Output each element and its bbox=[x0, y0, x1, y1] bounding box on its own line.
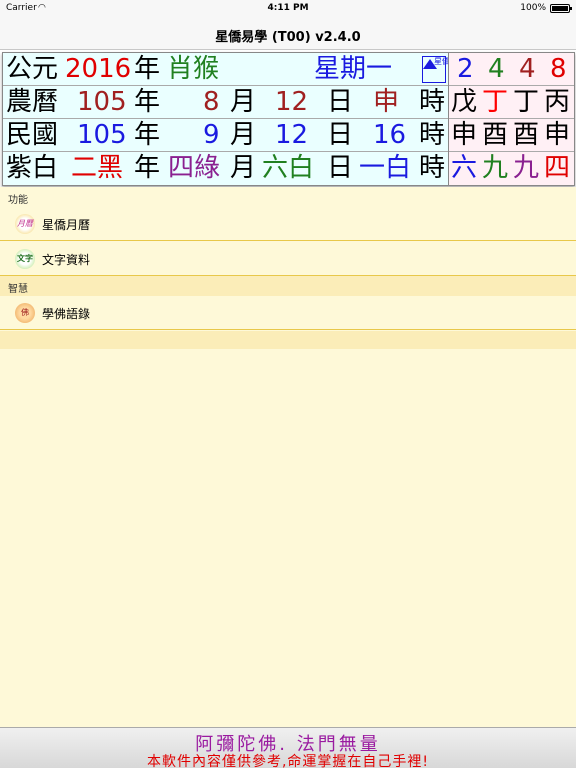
calendar-pillars-section: 2 4 4 8 戊 丁 丁 丙 申 酉 酉 申 六 九 九 四 bbox=[448, 53, 574, 185]
list-item-label: 學佛語錄 bbox=[42, 307, 91, 321]
minguo-hour: 16 bbox=[373, 120, 407, 150]
pillar-branch: 酉 bbox=[513, 120, 540, 150]
minguo-day: 12 bbox=[275, 120, 309, 150]
pillar-star: 九 bbox=[513, 153, 540, 183]
list-item-monthly-calendar[interactable]: 月曆 星僑月曆 bbox=[0, 207, 576, 241]
list-item-label: 星僑月曆 bbox=[42, 218, 91, 232]
status-time: 4:11 PM bbox=[267, 3, 309, 13]
pillar-branch: 申 bbox=[451, 120, 478, 150]
calendar-date-section: 公元 2016 年 肖猴 星期一 星僑 農曆 105 年 8 月 12 日 申 … bbox=[3, 53, 450, 185]
lunar-month: 8 bbox=[203, 87, 220, 117]
pillar-stars-row: 六 九 九 四 bbox=[449, 152, 574, 185]
purple-white-row: 紫白 二黑 年 四綠 月 六白 日 一白 時 bbox=[3, 152, 448, 185]
hour-star-unit: 時 bbox=[419, 153, 446, 183]
pillar-number: 8 bbox=[550, 54, 567, 84]
menu-list: 功能 月曆 星僑月曆 文字 文字資料 智慧 佛 學佛語錄 bbox=[0, 187, 576, 727]
hour-star: 一白 bbox=[359, 153, 412, 183]
pillar-stems-row: 戊 丁 丁 丙 bbox=[449, 86, 574, 119]
minguo-label: 民國 bbox=[6, 120, 59, 150]
pillar-stem: 丁 bbox=[482, 87, 509, 117]
page-title: 星僑易學 (T00) v2.4.0 bbox=[215, 30, 361, 45]
pillar-star: 四 bbox=[544, 153, 571, 183]
lunar-year-unit: 年 bbox=[134, 87, 161, 117]
calendar-icon: 月曆 bbox=[15, 214, 35, 234]
section-separator bbox=[0, 331, 576, 349]
minguo-day-unit: 日 bbox=[327, 120, 354, 150]
pillar-stem: 丙 bbox=[544, 87, 571, 117]
section-header-functions: 功能 bbox=[0, 187, 576, 207]
calendar-panel: 公元 2016 年 肖猴 星期一 星僑 農曆 105 年 8 月 12 日 申 … bbox=[2, 52, 575, 186]
pillar-branches-row: 申 酉 酉 申 bbox=[449, 119, 574, 152]
gregorian-year: 2016 bbox=[65, 54, 132, 84]
pillar-number: 2 bbox=[457, 54, 474, 84]
pillar-stem: 戊 bbox=[451, 87, 478, 117]
zodiac-label: 肖猴 bbox=[167, 54, 220, 84]
lunar-month-unit: 月 bbox=[230, 87, 257, 117]
footer-banner: 阿彌陀佛. 法門無量 本軟件內容僅供參考,命運掌握在自己手裡! bbox=[0, 727, 576, 768]
minguo-month-unit: 月 bbox=[230, 120, 257, 150]
status-bar: Carrier ◠ 4:11 PM 100% bbox=[0, 0, 576, 18]
pillar-branch: 申 bbox=[544, 120, 571, 150]
pillar-star: 九 bbox=[482, 153, 509, 183]
purple-white-label: 紫白 bbox=[6, 153, 59, 183]
minguo-year-unit: 年 bbox=[134, 120, 161, 150]
pillar-branch: 酉 bbox=[482, 120, 509, 150]
pillar-numbers-row: 2 4 4 8 bbox=[449, 53, 574, 86]
lunar-row: 農曆 105 年 8 月 12 日 申 時 bbox=[3, 86, 448, 119]
battery-icon bbox=[550, 4, 572, 13]
battery-percent: 100% bbox=[520, 3, 546, 13]
lunar-hour: 申 bbox=[373, 87, 400, 117]
buddha-icon: 佛 bbox=[15, 303, 35, 323]
minguo-row: 民國 105 年 9 月 12 日 16 時 bbox=[3, 119, 448, 152]
pillar-number: 4 bbox=[488, 54, 505, 84]
list-item-label: 文字資料 bbox=[42, 253, 91, 267]
year-star: 二黑 bbox=[71, 153, 124, 183]
minguo-year: 105 bbox=[77, 120, 127, 150]
lunar-day-unit: 日 bbox=[327, 87, 354, 117]
lunar-day: 12 bbox=[275, 87, 309, 117]
pillar-number: 4 bbox=[519, 54, 536, 84]
pillar-stem: 丁 bbox=[513, 87, 540, 117]
month-star: 四綠 bbox=[168, 153, 221, 183]
day-star: 六白 bbox=[262, 153, 315, 183]
pillar-star: 六 bbox=[451, 153, 478, 183]
minguo-month: 9 bbox=[203, 120, 220, 150]
gregorian-year-unit: 年 bbox=[134, 54, 161, 84]
navigation-bar: 星僑易學 (T00) v2.4.0 bbox=[0, 18, 576, 50]
gregorian-row: 公元 2016 年 肖猴 星期一 星僑 bbox=[3, 53, 450, 86]
minguo-hour-unit: 時 bbox=[419, 120, 446, 150]
day-star-unit: 日 bbox=[327, 153, 354, 183]
footer-disclaimer: 本軟件內容僅供參考,命運掌握在自己手裡! bbox=[146, 754, 430, 768]
gregorian-label: 公元 bbox=[6, 54, 59, 84]
list-item-text-data[interactable]: 文字 文字資料 bbox=[0, 242, 576, 276]
lunar-label: 農曆 bbox=[6, 87, 59, 117]
month-star-unit: 月 bbox=[230, 153, 257, 183]
lunar-hour-unit: 時 bbox=[419, 87, 446, 117]
weekday-label: 星期一 bbox=[314, 54, 393, 84]
list-item-buddhist-quotes[interactable]: 佛 學佛語錄 bbox=[0, 296, 576, 330]
year-star-unit: 年 bbox=[134, 153, 161, 183]
text-icon: 文字 bbox=[15, 249, 35, 269]
app-logo-icon: 星僑 bbox=[422, 56, 450, 83]
lunar-year: 105 bbox=[77, 87, 127, 117]
section-header-wisdom: 智慧 bbox=[0, 276, 576, 296]
